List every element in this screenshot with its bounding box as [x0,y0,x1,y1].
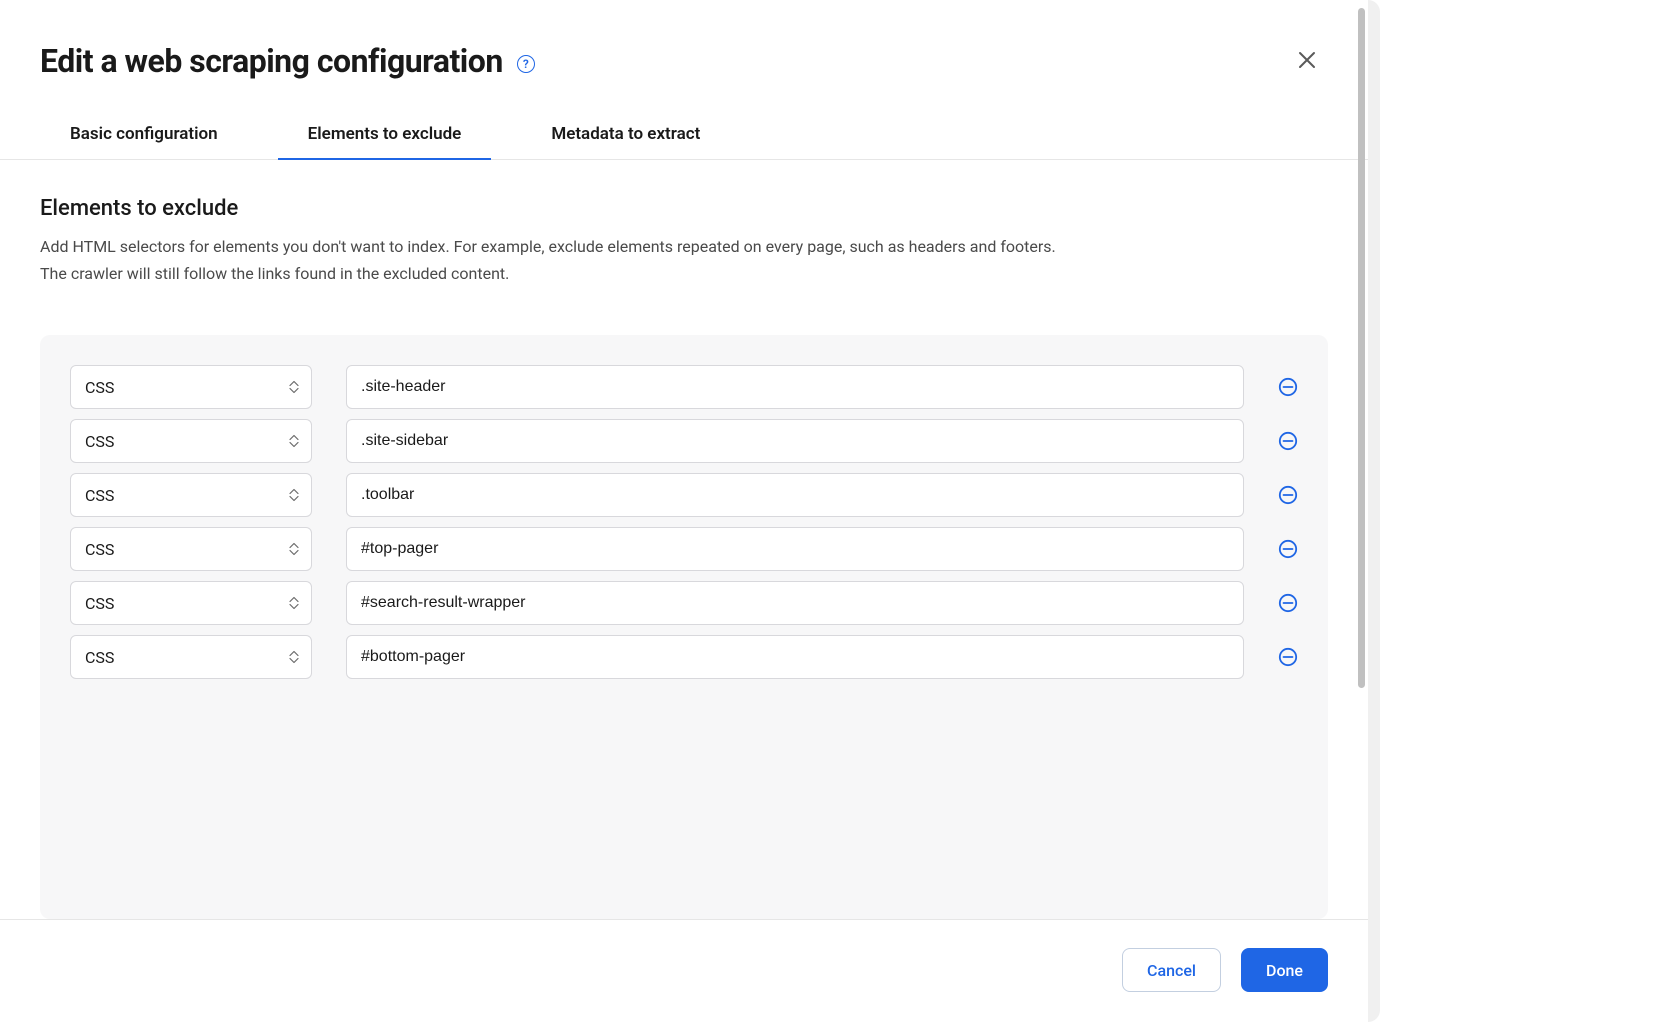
modal-header: Edit a web scraping configuration ? [0,0,1368,80]
tab-metadata-to-extract[interactable]: Metadata to extract [551,114,700,160]
content-scroll: Elements to exclude Add HTML selectors f… [0,160,1368,919]
selector-type-value: CSS [85,432,114,451]
selector-input[interactable] [346,581,1244,625]
remove-row-icon[interactable] [1278,647,1298,667]
stepper-icon [289,435,299,448]
selector-input[interactable] [346,419,1244,463]
selector-type-value: CSS [85,648,114,667]
selector-type-select[interactable]: CSS [70,581,312,625]
remove-row-icon[interactable] [1278,539,1298,559]
remove-row-icon[interactable] [1278,485,1298,505]
done-button[interactable]: Done [1241,948,1328,992]
selector-type-select[interactable]: CSS [70,473,312,517]
selector-input[interactable] [346,473,1244,517]
remove-row-icon[interactable] [1278,377,1298,397]
help-icon[interactable]: ? [517,55,535,73]
stepper-icon [289,543,299,556]
selector-input[interactable] [346,527,1244,571]
tab-elements-to-exclude[interactable]: Elements to exclude [278,114,492,160]
remove-row-icon[interactable] [1278,431,1298,451]
exclude-row: CSS [70,473,1298,517]
tabs: Basic configuration Elements to exclude … [0,80,1368,160]
title-wrap: Edit a web scraping configuration ? [40,42,535,80]
exclude-row: CSS [70,419,1298,463]
stepper-icon [289,597,299,610]
selector-type-value: CSS [85,540,114,559]
tab-basic-configuration[interactable]: Basic configuration [70,114,218,160]
modal-footer: Cancel Done [0,920,1368,1022]
selector-type-value: CSS [85,378,114,397]
section-title: Elements to exclude [40,196,1328,221]
selector-input[interactable] [346,365,1244,409]
exclude-rows-panel: CSS CSS [40,335,1328,919]
close-icon[interactable] [1290,45,1324,77]
section-desc-line2: The crawler will still follow the links … [40,264,509,283]
stepper-icon [289,651,299,664]
selector-type-select[interactable]: CSS [70,419,312,463]
selector-type-value: CSS [85,594,114,613]
cancel-button[interactable]: Cancel [1122,948,1221,992]
selector-type-select[interactable]: CSS [70,635,312,679]
modal-viewport: Edit a web scraping configuration ? Basi… [0,0,1380,1022]
remove-row-icon[interactable] [1278,593,1298,613]
section-heading: Elements to exclude Add HTML selectors f… [0,160,1368,307]
stepper-icon [289,489,299,502]
selector-type-select[interactable]: CSS [70,365,312,409]
exclude-row: CSS [70,635,1298,679]
selector-type-select[interactable]: CSS [70,527,312,571]
selector-input[interactable] [346,635,1244,679]
scrollbar-thumb[interactable] [1358,8,1365,688]
selector-type-value: CSS [85,486,114,505]
section-desc-line1: Add HTML selectors for elements you don'… [40,237,1056,256]
exclude-row: CSS [70,581,1298,625]
exclude-row: CSS [70,365,1298,409]
section-description: Add HTML selectors for elements you don'… [40,233,1328,287]
page-title: Edit a web scraping configuration [40,42,503,80]
stepper-icon [289,381,299,394]
exclude-row: CSS [70,527,1298,571]
